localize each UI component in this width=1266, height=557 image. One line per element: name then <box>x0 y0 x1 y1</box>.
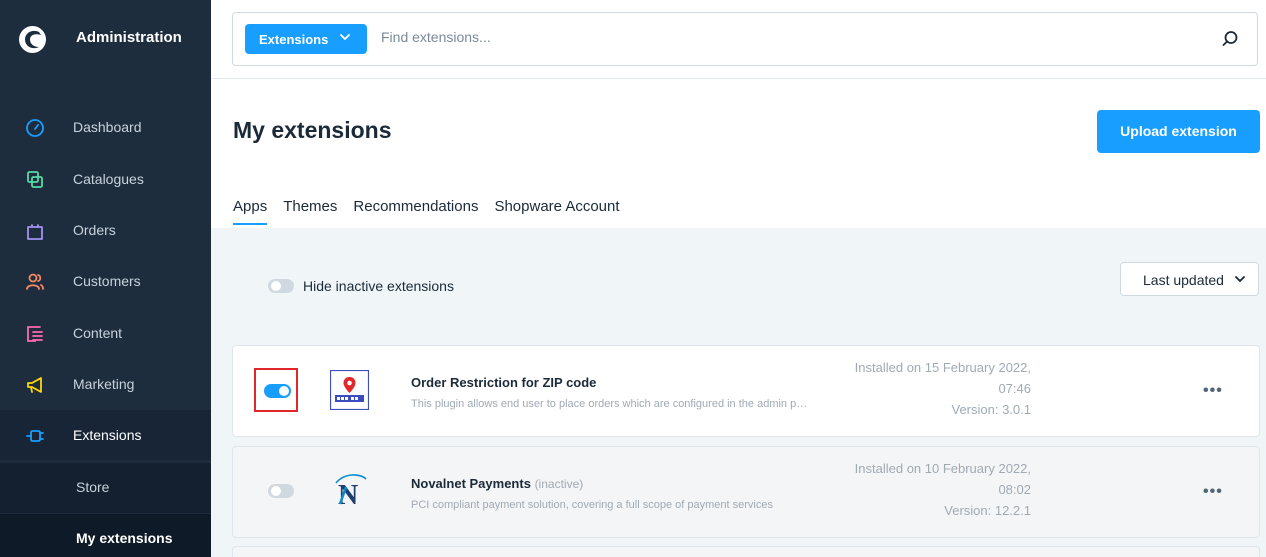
tab-shopware-account[interactable]: Shopware Account <box>494 198 619 225</box>
sidebar-item-orders[interactable]: Orders <box>0 205 211 255</box>
extension-active-toggle[interactable] <box>268 484 294 498</box>
extension-name-text: Order Restriction for ZIP code <box>411 375 597 390</box>
extension-description: This plugin allows end user to place ord… <box>411 398 811 410</box>
extension-meta: Installed on 15 February 2022, 07:46 Ver… <box>855 357 1031 420</box>
sidebar-item-label: Content <box>73 325 123 341</box>
extension-meta: Installed on 10 February 2022, 08:02 Ver… <box>855 458 1031 521</box>
tab-apps[interactable]: Apps <box>233 198 268 225</box>
tab-bar: Apps Themes Recommendations Shopware Acc… <box>233 198 620 225</box>
toggle-knob <box>271 486 281 496</box>
megaphone-icon <box>27 377 42 393</box>
more-actions-icon[interactable]: ••• <box>1203 483 1223 501</box>
installed-date: Installed on 10 February 2022, <box>854 461 1031 476</box>
hide-inactive-label: Hide inactive extensions <box>303 278 454 294</box>
chevron-down-icon <box>1235 276 1245 283</box>
users-icon <box>26 273 44 290</box>
shopware-logo-icon[interactable] <box>19 26 46 53</box>
toggle-knob <box>279 386 289 396</box>
catalogue-icon <box>27 171 43 188</box>
sidebar-item-label: Dashboard <box>73 119 142 135</box>
page-title: My extensions <box>233 117 392 143</box>
sidebar-subitem-my-extensions[interactable]: My extensions <box>0 514 211 557</box>
sidebar-item-label: Catalogues <box>73 171 144 187</box>
extension-card: N Novalnet Payments (inactive) PCI compl… <box>232 446 1260 538</box>
inactive-badge: (inactive) <box>534 477 584 491</box>
extension-version: Version: 12.2.1 <box>944 503 1031 518</box>
sidebar-item-extensions[interactable]: Extensions <box>0 410 211 460</box>
tab-themes[interactable]: Themes <box>283 198 337 225</box>
hide-inactive-toggle[interactable] <box>268 279 294 293</box>
admin-title: Administration <box>76 29 182 46</box>
extension-name[interactable]: Novalnet Payments (inactive) <box>411 476 583 491</box>
sidebar-item-label: Customers <box>73 273 141 289</box>
search-icon[interactable] <box>1221 30 1239 48</box>
global-search-bar: Extensions <box>232 12 1258 66</box>
search-type-label: Extensions <box>259 32 329 47</box>
chevron-down-icon <box>340 34 350 41</box>
sidebar-item-label: Marketing <box>73 376 135 392</box>
extension-name[interactable]: Order Restriction for ZIP code <box>411 375 596 390</box>
sidebar-subitem-label: My extensions <box>76 530 173 546</box>
sidebar: Administration Dashboard Catalogues Orde… <box>0 0 211 557</box>
sidebar-header: Administration <box>0 0 211 80</box>
extension-active-toggle[interactable] <box>264 384 291 398</box>
content-icon <box>27 326 43 342</box>
sidebar-item-content[interactable]: Content <box>0 308 211 358</box>
more-actions-icon[interactable]: ••• <box>1203 382 1223 400</box>
header-divider <box>211 78 1266 79</box>
tab-recommendations[interactable]: Recommendations <box>353 198 478 225</box>
shopping-bag-icon <box>27 224 43 240</box>
installed-time: 08:02 <box>998 482 1031 497</box>
toggle-knob <box>271 281 281 291</box>
installed-time: 07:46 <box>998 381 1031 396</box>
sidebar-subitem-label: Store <box>76 479 110 495</box>
extension-name-text: Novalnet Payments <box>411 476 531 491</box>
sidebar-item-marketing[interactable]: Marketing <box>0 359 211 409</box>
zip-restriction-extension-icon <box>330 370 369 410</box>
novalnet-logo-icon: N <box>335 474 367 511</box>
extension-description: PCI compliant payment solution, covering… <box>411 499 773 511</box>
svg-text:N: N <box>338 480 358 511</box>
gauge-icon <box>26 119 44 137</box>
search-input[interactable] <box>381 29 1081 45</box>
sidebar-subitem-store[interactable]: Store <box>0 463 211 513</box>
extension-card: Order Restriction for ZIP code This plug… <box>232 345 1260 437</box>
sidebar-item-label: Orders <box>73 222 116 238</box>
sidebar-item-customers[interactable]: Customers <box>0 256 211 306</box>
sidebar-item-label: Extensions <box>73 427 142 443</box>
installed-date: Installed on 15 February 2022, <box>854 360 1031 375</box>
sidebar-item-dashboard[interactable]: Dashboard <box>0 102 211 152</box>
plug-icon <box>26 430 44 442</box>
upload-extension-button[interactable]: Upload extension <box>1097 110 1260 153</box>
sort-select-value: Last updated <box>1143 272 1224 288</box>
sort-select[interactable]: Last updated <box>1120 262 1259 296</box>
sidebar-item-catalogues[interactable]: Catalogues <box>0 154 211 204</box>
extension-version: Version: 3.0.1 <box>951 402 1032 417</box>
search-type-dropdown[interactable]: Extensions <box>245 24 367 54</box>
extension-card <box>232 546 1260 557</box>
